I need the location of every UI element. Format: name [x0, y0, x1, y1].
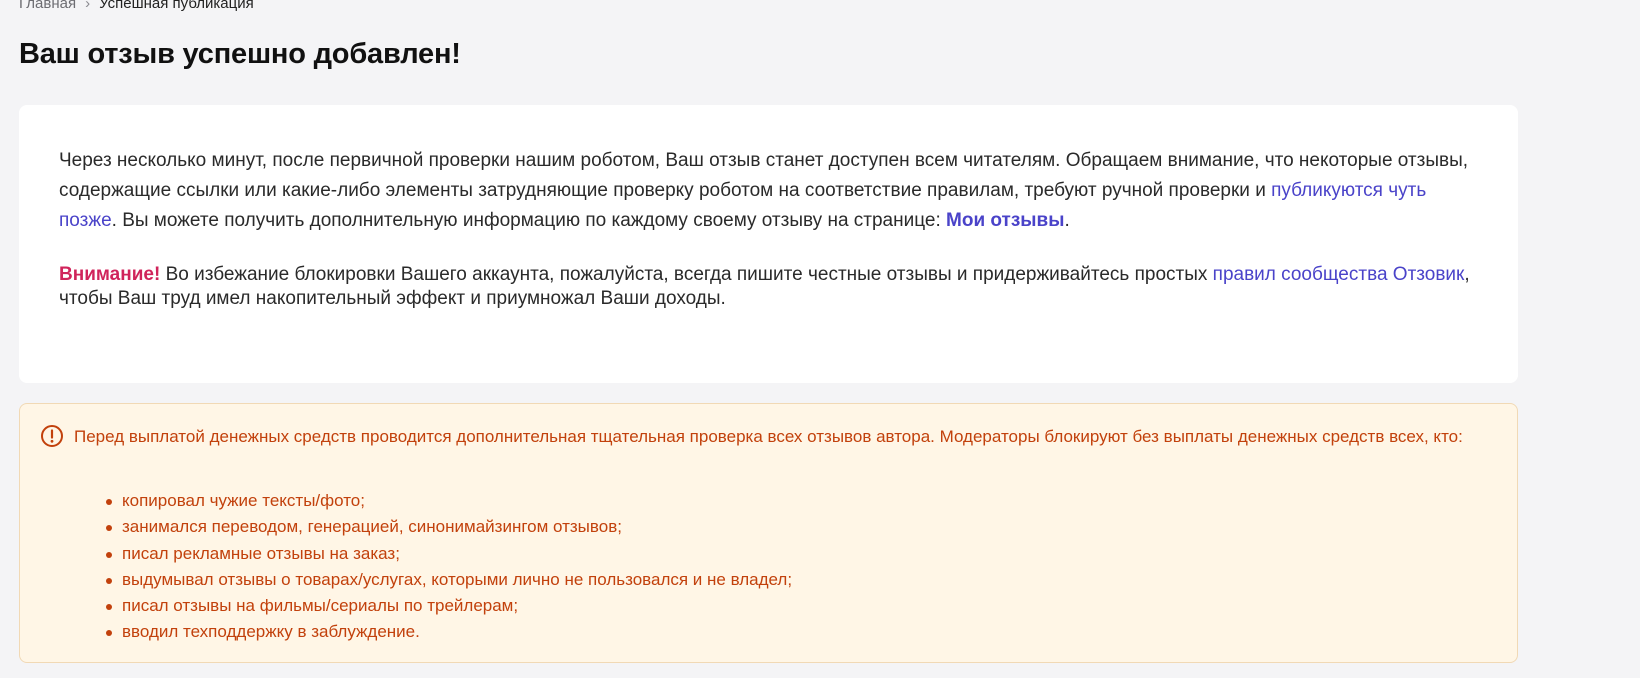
breadcrumb: Главная › Успешная публикация: [19, 0, 254, 13]
attention-label: Внимание!: [59, 264, 161, 285]
list-item: вводил техподдержку в заблуждение.: [105, 619, 792, 645]
warning-text-part-1: Во избежание блокировки Вашего аккаунта,…: [160, 264, 1213, 285]
warning-paragraph: Внимание! Во избежание блокировки Вашего…: [59, 263, 1478, 311]
alert-text: Перед выплатой денежных средств проводит…: [74, 427, 1463, 446]
list-item: писал отзывы на фильмы/сериалы по трейле…: [105, 593, 792, 619]
breadcrumb-separator: ›: [85, 0, 91, 12]
page-title: Ваш отзыв успешно добавлен!: [19, 38, 461, 70]
violations-list: копировал чужие тексты/фото; занимался п…: [105, 488, 792, 646]
success-text-part-2: . Вы можете получить дополнительную инфо…: [111, 210, 947, 231]
list-item: копировал чужие тексты/фото;: [105, 488, 792, 514]
list-item: выдумывал отзывы о товарах/услугах, кото…: [105, 567, 792, 593]
community-rules-link[interactable]: правил сообщества Отзовик: [1213, 264, 1465, 285]
exclamation-circle-icon: [40, 424, 64, 448]
success-text-part-3: .: [1064, 210, 1070, 231]
success-message-card: Через несколько минут, после первичной п…: [19, 105, 1518, 383]
list-item: занимался переводом, генерацией, синоним…: [105, 514, 792, 540]
breadcrumb-current: Успешная публикация: [99, 0, 254, 12]
success-text-part-1: Через несколько минут, после первичной п…: [59, 150, 1469, 201]
success-info-paragraph: Через несколько минут, после первичной п…: [59, 146, 1478, 236]
list-item: писал рекламные отзывы на заказ;: [105, 541, 792, 567]
my-reviews-link[interactable]: Мои отзывы: [946, 210, 1064, 231]
breadcrumb-home-link[interactable]: Главная: [19, 0, 76, 12]
payout-warning-alert: Перед выплатой денежных средств проводит…: [19, 403, 1518, 663]
